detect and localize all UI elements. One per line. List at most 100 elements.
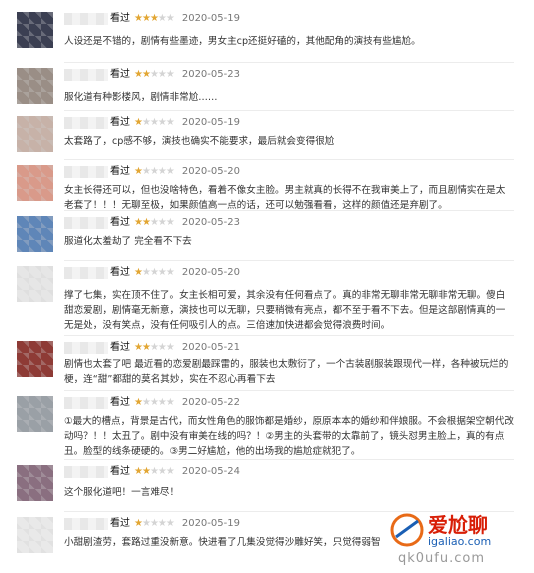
review-date: 2020-05-19 — [181, 13, 240, 24]
rating-stars: ★★★★★ — [134, 13, 175, 24]
review-text: ①最大的槽点，背景是古代，而女性角色的服饰都是婚纱，原原本本的婚纱和伴娘服。不会… — [64, 416, 514, 457]
star-icon: ★ — [134, 117, 143, 128]
rating-stars: ★★★★★ — [134, 117, 175, 128]
review-meta: 看过 ★★★★★ 2020-05-23 — [110, 216, 240, 230]
star-icon: ★ — [149, 69, 159, 80]
avatar[interactable] — [17, 517, 53, 553]
avatar[interactable] — [17, 465, 53, 501]
watermark-url: igaliao.com — [428, 535, 492, 548]
star-icon: ★ — [149, 117, 159, 128]
star-icon: ★ — [157, 342, 167, 353]
star-icon: ★ — [141, 342, 151, 353]
username-blurred[interactable] — [64, 267, 108, 279]
star-icon: ★ — [165, 518, 175, 529]
rating-stars: ★★★★★ — [134, 397, 175, 408]
rating-stars: ★★★★★ — [134, 166, 175, 177]
username-blurred[interactable] — [64, 342, 108, 354]
star-icon: ★ — [134, 166, 143, 177]
username-blurred[interactable] — [64, 466, 108, 478]
watched-label: 看过 — [110, 166, 130, 177]
watched-label: 看过 — [110, 117, 130, 128]
star-icon: ★ — [141, 13, 151, 24]
review-date: 2020-05-22 — [181, 397, 240, 408]
rating-stars: ★★★★★ — [134, 518, 175, 529]
username-blurred[interactable] — [64, 69, 108, 81]
avatar[interactable] — [17, 68, 53, 104]
username-blurred[interactable] — [64, 397, 108, 409]
star-icon: ★ — [165, 117, 175, 128]
avatar[interactable] — [17, 396, 53, 432]
star-icon: ★ — [141, 166, 151, 177]
star-icon: ★ — [157, 267, 167, 278]
review-text: 撑了七集，实在顶不住了。女主长相可爱，其余没有任何看点了。真的非常无聊非常无聊非… — [64, 290, 506, 331]
avatar[interactable] — [17, 266, 53, 302]
star-icon: ★ — [141, 267, 151, 278]
avatar[interactable] — [17, 341, 53, 377]
divider — [64, 390, 514, 391]
watermark-logo-icon — [390, 513, 424, 547]
divider — [64, 459, 514, 460]
star-icon: ★ — [157, 69, 167, 80]
review-date: 2020-05-21 — [181, 342, 240, 353]
star-icon: ★ — [157, 518, 167, 529]
review-meta: 看过 ★★★★★ 2020-05-19 — [110, 12, 240, 26]
star-icon: ★ — [141, 397, 151, 408]
username-blurred[interactable] — [64, 518, 108, 530]
star-icon: ★ — [134, 13, 143, 24]
avatar[interactable] — [17, 116, 53, 152]
username-blurred[interactable] — [64, 117, 108, 129]
review-date: 2020-05-20 — [181, 166, 240, 177]
review-text: 女主长得还可以，但也没啥特色，看着不像女主脸。男主就真的长得不在我审美上了，而且… — [64, 185, 506, 211]
review-meta: 看过 ★★★★★ 2020-05-20 — [110, 266, 240, 280]
star-icon: ★ — [165, 69, 175, 80]
star-icon: ★ — [165, 166, 175, 177]
star-icon: ★ — [165, 342, 175, 353]
star-icon: ★ — [141, 69, 151, 80]
watermark-bottom-text: qk0ufu.com — [398, 551, 486, 566]
review-text: 人设还是不错的，剧情有些墨迹，男女主cp还挺好磕的，其他配角的演技有些尴尬。 — [64, 36, 421, 47]
divider — [64, 110, 514, 111]
divider — [64, 260, 514, 261]
divider — [64, 210, 514, 211]
username-blurred[interactable] — [64, 217, 108, 229]
username-blurred[interactable] — [64, 166, 108, 178]
star-icon: ★ — [157, 397, 167, 408]
star-icon: ★ — [165, 13, 175, 24]
divider — [64, 335, 514, 336]
review-date: 2020-05-20 — [181, 267, 240, 278]
divider — [64, 62, 514, 63]
star-icon: ★ — [149, 13, 159, 24]
star-icon: ★ — [134, 397, 143, 408]
star-icon: ★ — [165, 267, 175, 278]
review-meta: 看过 ★★★★★ 2020-05-21 — [110, 341, 240, 355]
star-icon: ★ — [134, 518, 143, 529]
star-icon: ★ — [165, 397, 175, 408]
review-date: 2020-05-23 — [181, 217, 240, 228]
watched-label: 看过 — [110, 466, 130, 477]
avatar[interactable] — [17, 216, 53, 252]
divider — [64, 159, 514, 160]
watched-label: 看过 — [110, 69, 130, 80]
star-icon: ★ — [134, 69, 143, 80]
review-date: 2020-05-19 — [181, 518, 240, 529]
star-icon: ★ — [157, 13, 167, 24]
review-text: 剧情也太套了吧 最近看的恋爱剧最踩雷的，服装也太敷衍了，一个古装剧服装跟现代一样… — [64, 359, 509, 385]
username-blurred[interactable] — [64, 13, 108, 25]
star-icon: ★ — [157, 117, 167, 128]
watched-label: 看过 — [110, 397, 130, 408]
review-date: 2020-05-19 — [181, 117, 240, 128]
rating-stars: ★★★★★ — [134, 267, 175, 278]
watermark-brand: 爱尬聊 — [428, 513, 488, 537]
star-icon: ★ — [141, 518, 151, 529]
avatar[interactable] — [17, 12, 53, 48]
star-icon: ★ — [149, 518, 159, 529]
star-icon: ★ — [149, 267, 159, 278]
avatar[interactable] — [17, 165, 53, 201]
star-icon: ★ — [141, 466, 151, 477]
review-meta: 看过 ★★★★★ 2020-05-22 — [110, 396, 240, 410]
review-text: 服道化太羞劫了 完全看不下去 — [64, 236, 192, 247]
review-meta: 看过 ★★★★★ 2020-05-20 — [110, 165, 240, 179]
review-meta: 看过 ★★★★★ 2020-05-23 — [110, 68, 240, 82]
rating-stars: ★★★★★ — [134, 466, 175, 477]
star-icon: ★ — [134, 267, 143, 278]
